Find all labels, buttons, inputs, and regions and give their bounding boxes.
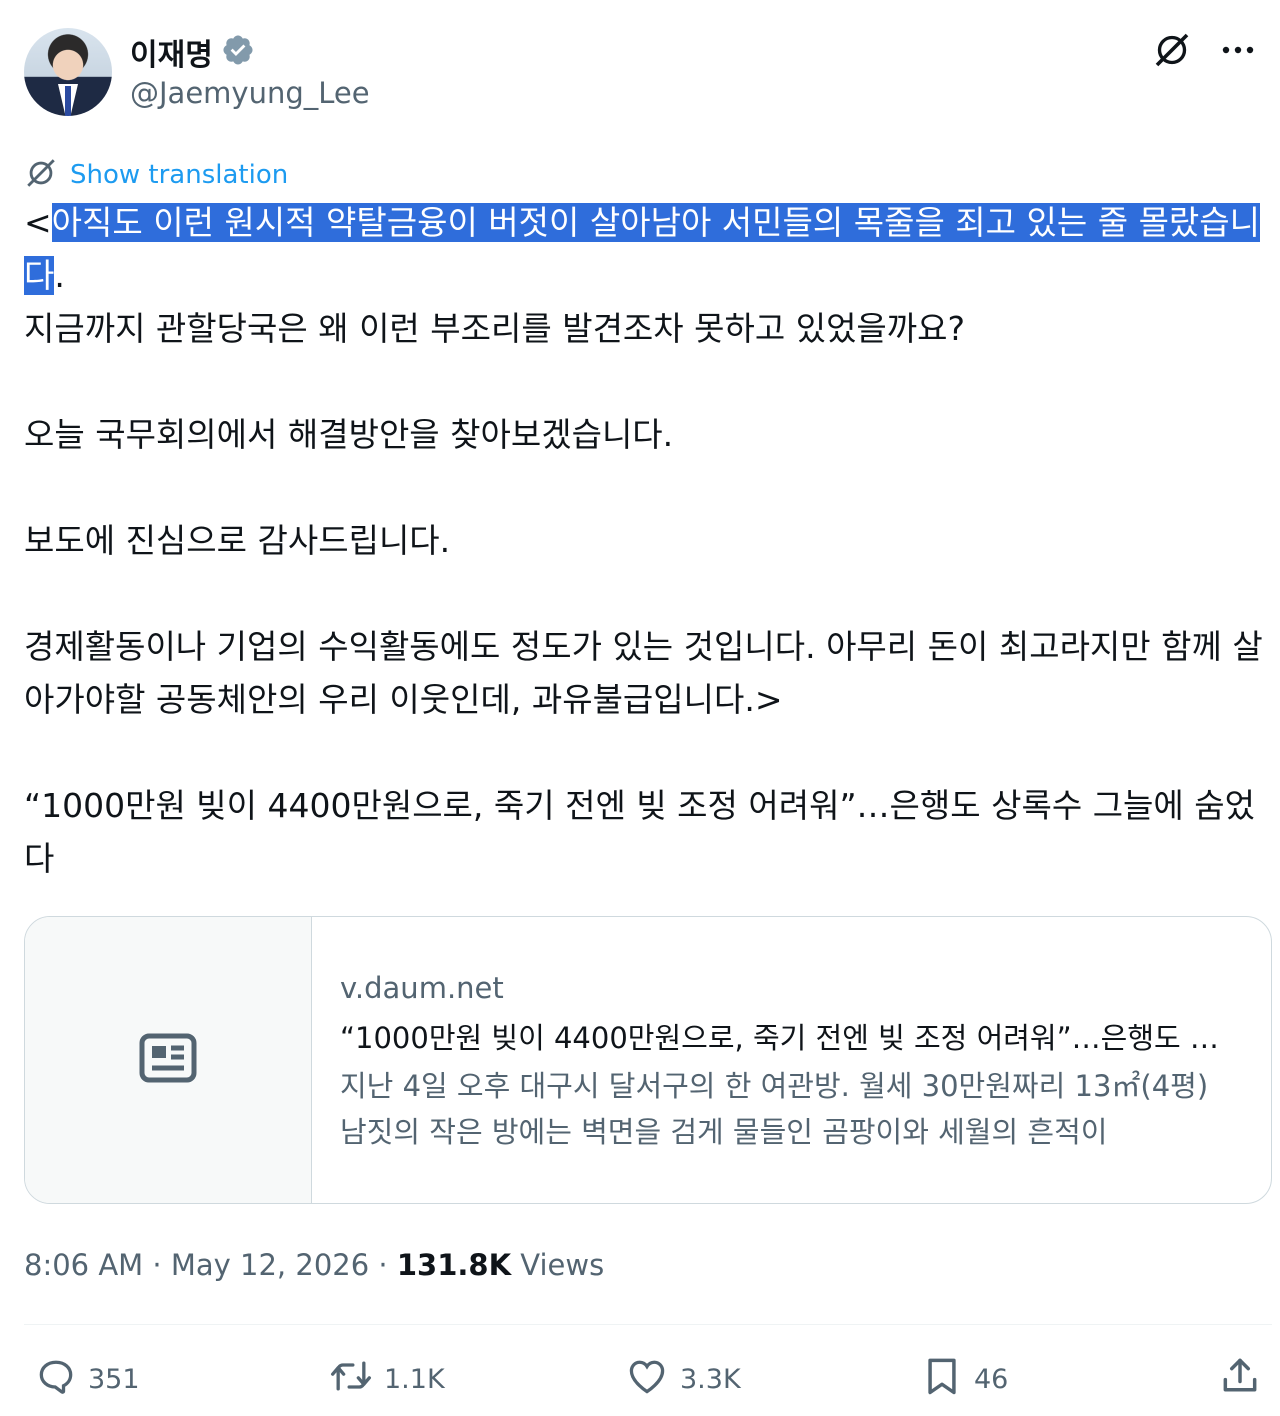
share-icon: [1218, 1354, 1262, 1405]
header-actions: [1150, 28, 1260, 72]
meta-separator: ·: [378, 1248, 397, 1282]
tweet-paragraph: 보도에 진심으로 감사드립니다.: [24, 521, 451, 560]
tweet-time[interactable]: 8:06 AM: [24, 1248, 143, 1282]
reply-count: 351: [88, 1363, 140, 1395]
card-thumbnail: [25, 917, 312, 1203]
meta-separator: ·: [152, 1248, 171, 1282]
tweet-paragraph: 오늘 국무회의에서 해결방안을 찾아보겠습니다.: [24, 415, 674, 454]
tweet-line1-suffix: .: [54, 256, 65, 295]
card-title: “1000만원 빚이 4400만원으로, 죽기 전엔 빚 조정 어려워”…은행도…: [340, 1021, 1241, 1055]
verified-badge-icon: [221, 33, 255, 71]
views-label: Views: [520, 1248, 605, 1282]
article-icon: [139, 1033, 197, 1087]
link-preview-card[interactable]: v.daum.net “1000만원 빚이 4400만원으로, 죽기 전엔 빚 …: [24, 916, 1272, 1204]
avatar-tie: [65, 86, 71, 116]
reply-button[interactable]: 351: [34, 1350, 140, 1408]
action-bar: 351 1.1K 3.3K 46: [24, 1350, 1264, 1408]
tweet-date[interactable]: May 12, 2026: [171, 1248, 369, 1282]
card-domain: v.daum.net: [340, 971, 504, 1005]
selected-text: 아직도 이런 원시적 약탈금융이 버젓이 살아남아 서민들의 목줄을 죄고 있는…: [24, 203, 1261, 295]
repost-button[interactable]: 1.1K: [328, 1350, 445, 1408]
repost-count: 1.1K: [384, 1363, 445, 1395]
translate-row[interactable]: Show translation: [24, 156, 288, 194]
bookmark-button[interactable]: 46: [920, 1350, 1008, 1408]
card-body: v.daum.net “1000만원 빚이 4400만원으로, 죽기 전엔 빚 …: [312, 917, 1271, 1203]
show-translation-link[interactable]: Show translation: [70, 160, 288, 190]
tweet-meta: 8:06 AM · May 12, 2026 · 131.8K Views: [24, 1248, 604, 1282]
tweet-paragraph: 지금까지 관할당국은 왜 이런 부조리를 발견조차 못하고 있었을까요?: [24, 309, 966, 348]
author-display-name[interactable]: 이재명: [130, 30, 213, 74]
tweet-text: <아직도 이런 원시적 약탈금융이 버젓이 살아남아 서민들의 목줄을 죄고 있…: [24, 196, 1264, 885]
like-count: 3.3K: [680, 1363, 741, 1395]
heart-icon: [624, 1354, 670, 1405]
author-name-row[interactable]: 이재명: [130, 30, 255, 74]
reply-icon: [34, 1354, 78, 1405]
avatar[interactable]: [24, 28, 112, 116]
bookmark-icon: [920, 1353, 964, 1406]
tweet-header: 이재명 @Jaemyung_Lee: [24, 28, 1260, 118]
share-button[interactable]: [1218, 1350, 1262, 1408]
tweet-paragraph: 경제활동이나 기업의 수익활동에도 정도가 있는 것입니다. 아무리 돈이 최고…: [24, 627, 1263, 719]
like-button[interactable]: 3.3K: [624, 1350, 741, 1408]
card-description: 지난 4일 오후 대구시 달서구의 한 여관방. 월세 30만원짜리 13㎡(4…: [340, 1069, 1209, 1149]
bookmark-count: 46: [974, 1363, 1009, 1395]
grok-translate-icon: [24, 156, 58, 194]
repost-icon: [328, 1354, 374, 1405]
more-options-icon[interactable]: [1216, 28, 1260, 72]
tweet-line1-prefix: <: [24, 203, 52, 242]
grok-icon[interactable]: [1150, 28, 1194, 72]
divider: [24, 1324, 1272, 1325]
views-count: 131.8K: [396, 1248, 512, 1282]
tweet-paragraph: “1000만원 빚이 4400만원으로, 죽기 전엔 빚 조정 어려워”…은행도…: [24, 786, 1255, 878]
author-handle[interactable]: @Jaemyung_Lee: [130, 76, 370, 110]
